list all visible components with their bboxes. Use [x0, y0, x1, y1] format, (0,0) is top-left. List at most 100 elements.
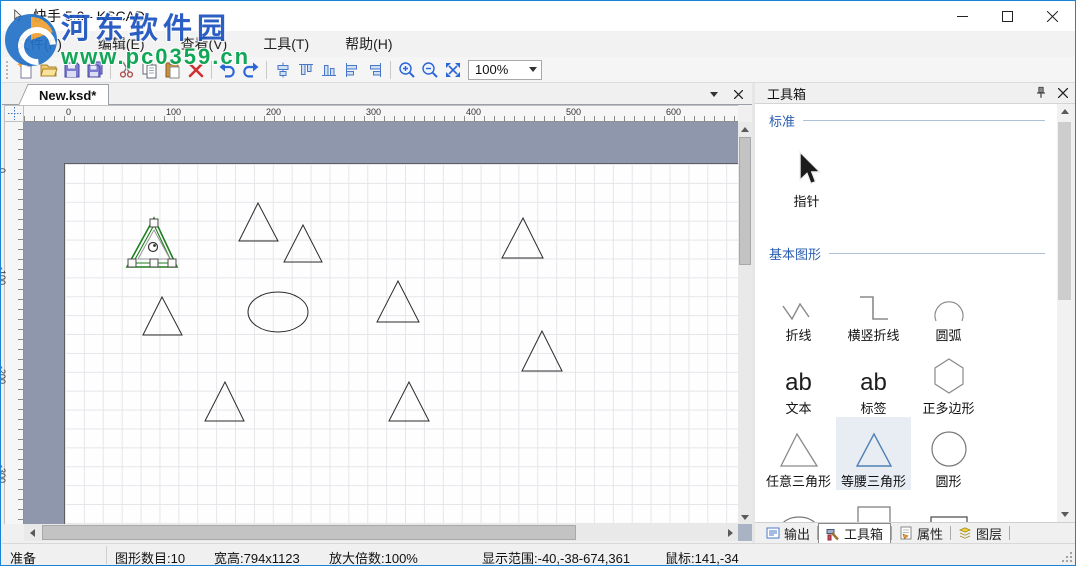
- tab-layers[interactable]: 图层: [951, 524, 1009, 543]
- delete-button[interactable]: [184, 59, 207, 81]
- align-left-button[interactable]: [340, 59, 363, 81]
- canvas-shape-triangle[interactable]: [377, 281, 419, 322]
- horizontal-ruler: 0100200300400500600: [24, 105, 738, 122]
- canvas-vertical-scrollbar[interactable]: [738, 122, 752, 524]
- toolbox-item-square[interactable]: 正方形: [836, 490, 911, 522]
- panel-scroll-up[interactable]: [1057, 104, 1072, 119]
- section-standard[interactable]: 标准: [769, 111, 1045, 130]
- canvas-horizontal-scrollbar[interactable]: [24, 524, 738, 541]
- zoom-level-combo[interactable]: 100%: [468, 60, 542, 80]
- resize-grip[interactable]: [1061, 551, 1073, 563]
- close-button[interactable]: [1030, 1, 1075, 31]
- tab-toolbox[interactable]: 工具箱: [818, 523, 891, 544]
- tab-list-dropdown[interactable]: [706, 86, 722, 102]
- zoom-in-icon: [398, 61, 416, 79]
- selected-shape[interactable]: [127, 218, 177, 267]
- section-basic-shapes[interactable]: 基本图形: [769, 244, 1045, 263]
- save-all-button[interactable]: [83, 59, 106, 81]
- canvas-shape-triangle[interactable]: [239, 203, 278, 241]
- toolbox-item-any-triangle[interactable]: 任意三角形: [761, 417, 836, 490]
- horizontal-scroll-thumb[interactable]: [42, 525, 576, 540]
- maximize-button[interactable]: [985, 1, 1030, 31]
- menu-edit[interactable]: 编辑(E): [84, 30, 159, 58]
- app-icon: [10, 9, 25, 24]
- v-ruler-label: -200: [0, 366, 7, 384]
- align-right-button[interactable]: [363, 59, 386, 81]
- selection-handle[interactable]: [128, 259, 136, 267]
- window-title: 快手 5.0 - KSCAD: [33, 6, 145, 26]
- step-line-icon: [858, 278, 890, 322]
- close-icon: [1058, 88, 1068, 98]
- delete-icon: [187, 61, 205, 79]
- canvas-viewport[interactable]: [24, 122, 738, 524]
- h-ruler-label: 100: [166, 107, 181, 117]
- pointer-icon: [792, 136, 822, 188]
- panel-close-button[interactable]: [1054, 84, 1072, 102]
- toolbox-item-pointer[interactable]: 指针: [769, 134, 844, 210]
- text-icon: ab: [785, 351, 812, 395]
- tab-properties[interactable]: 属性: [892, 524, 950, 543]
- undo-button[interactable]: [216, 59, 239, 81]
- ruler-origin: [4, 105, 24, 122]
- toolbox-item-rectangle[interactable]: 长方形: [911, 490, 986, 522]
- toolbox-item-regular-polygon[interactable]: 正多边形: [911, 344, 986, 417]
- minimize-button[interactable]: [940, 1, 985, 31]
- app-window: 快手 5.0 - KSCAD 文件(F) 编辑(E) 查看(V) 工具(T) 帮…: [0, 0, 1076, 566]
- menu-tools[interactable]: 工具(T): [249, 30, 323, 58]
- selection-handle[interactable]: [168, 259, 176, 267]
- document-tab[interactable]: New.ksd*: [30, 84, 109, 105]
- toolbar-grip[interactable]: [5, 61, 10, 79]
- align-top-button[interactable]: [294, 59, 317, 81]
- save-button[interactable]: [60, 59, 83, 81]
- zoom-in-button[interactable]: [395, 59, 418, 81]
- cut-button[interactable]: [115, 59, 138, 81]
- zoom-out-button[interactable]: [418, 59, 441, 81]
- selection-handle[interactable]: [150, 219, 158, 227]
- canvas-shape-ellipse[interactable]: [248, 292, 308, 332]
- new-button[interactable]: [14, 59, 37, 81]
- zoom-fit-button[interactable]: [441, 59, 464, 81]
- tab-output[interactable]: 输出: [759, 524, 817, 543]
- panel-scroll-down[interactable]: [1057, 507, 1072, 522]
- toolbox-item-label[interactable]: ab 标签: [836, 344, 911, 417]
- redo-button[interactable]: [239, 59, 262, 81]
- copy-button[interactable]: [138, 59, 161, 81]
- toolbox-item-text[interactable]: ab 文本: [761, 344, 836, 417]
- canvas-shape-triangle[interactable]: [389, 382, 429, 421]
- toolbox-scrollbar[interactable]: [1057, 104, 1072, 522]
- panel-scroll-thumb[interactable]: [1058, 122, 1071, 300]
- toolbox-item-isosceles-triangle[interactable]: 等腰三角形: [836, 417, 911, 490]
- isosceles-triangle-icon: [855, 424, 893, 468]
- canvas-shape-triangle[interactable]: [143, 297, 182, 335]
- scroll-up-arrow[interactable]: [738, 122, 752, 136]
- align-center-button[interactable]: [271, 59, 294, 81]
- toolbox-item-step-line[interactable]: 横竖折线: [836, 271, 911, 344]
- canvas-shape-triangle[interactable]: [502, 218, 543, 258]
- toolbox-item-ellipse[interactable]: 椭圆形: [761, 490, 836, 522]
- menu-file[interactable]: 文件(F): [2, 30, 76, 58]
- align-left-icon: [344, 62, 360, 78]
- pin-button[interactable]: [1032, 84, 1050, 102]
- close-icon: [1047, 11, 1058, 22]
- paste-button[interactable]: [161, 59, 184, 81]
- canvas-shape-triangle[interactable]: [205, 382, 244, 421]
- chevron-down-icon[interactable]: [525, 61, 541, 79]
- rotation-handle[interactable]: [149, 243, 158, 252]
- toolbox-item-arc[interactable]: 圆弧: [911, 271, 986, 344]
- vertical-scroll-thumb[interactable]: [739, 137, 751, 265]
- menu-help[interactable]: 帮助(H): [331, 30, 406, 58]
- tab-close-button[interactable]: [730, 86, 746, 102]
- scroll-right-arrow[interactable]: [722, 524, 738, 541]
- open-button[interactable]: [37, 59, 60, 81]
- toolbox-item-circle[interactable]: 圆形: [911, 417, 986, 490]
- toolbox-item-polyline[interactable]: 折线: [761, 271, 836, 344]
- triangle-icon: [779, 424, 819, 468]
- selection-handle[interactable]: [150, 259, 158, 267]
- canvas-shape-triangle[interactable]: [522, 331, 562, 371]
- menu-view[interactable]: 查看(V): [167, 30, 242, 58]
- scroll-left-arrow[interactable]: [24, 524, 40, 541]
- align-bottom-button[interactable]: [317, 59, 340, 81]
- canvas-shape-triangle[interactable]: [284, 225, 322, 262]
- scroll-down-arrow[interactable]: [738, 510, 752, 524]
- title-bar: 快手 5.0 - KSCAD: [1, 1, 1075, 31]
